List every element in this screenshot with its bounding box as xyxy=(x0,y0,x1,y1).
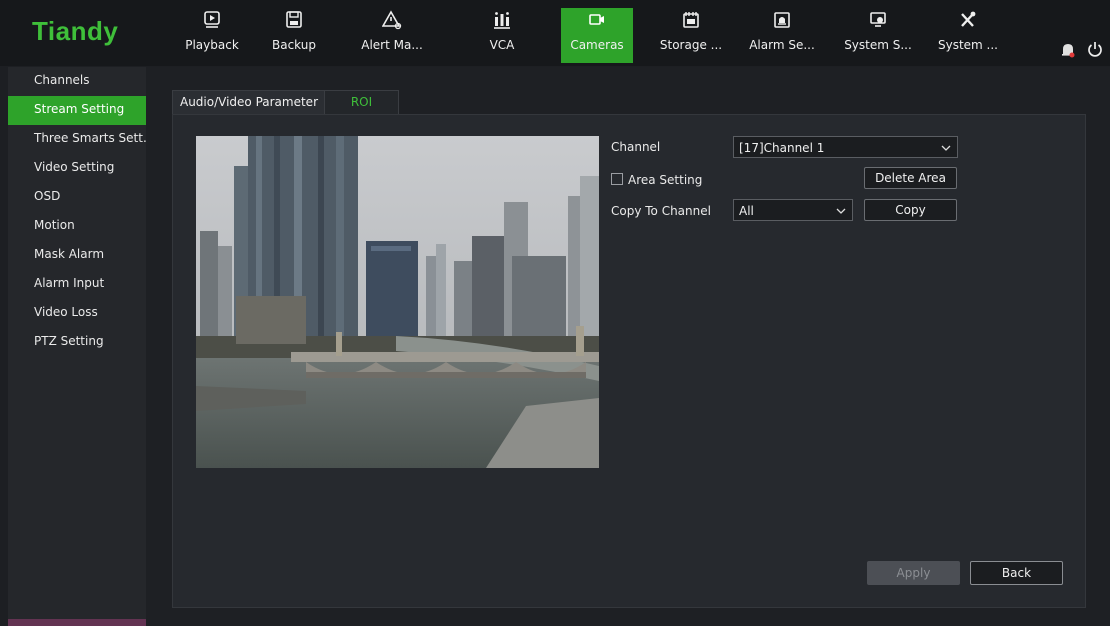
nav-label: Alert Ma... xyxy=(361,38,423,52)
tab-roi[interactable]: ROI xyxy=(324,90,399,115)
copy-button[interactable]: Copy xyxy=(864,199,957,221)
area-setting-label: Area Setting xyxy=(628,173,703,187)
back-button[interactable]: Back xyxy=(970,561,1063,585)
nav-label: System S... xyxy=(844,38,912,52)
nav-label: Backup xyxy=(272,38,316,52)
nav-label: Alarm Se... xyxy=(749,38,815,52)
top-navigation-bar: Tiandy Playback Backup Alert Ma... VCA C… xyxy=(0,0,1110,66)
tools-icon xyxy=(932,10,1004,34)
nav-label: Cameras xyxy=(570,38,624,52)
sidebar-item-video-loss[interactable]: Video Loss xyxy=(8,299,146,328)
nav-cameras[interactable]: Cameras xyxy=(561,8,633,63)
sidebar-item-video-setting[interactable]: Video Setting xyxy=(8,154,146,183)
tiandy-logo: Tiandy xyxy=(32,16,119,46)
sidebar-item-ptz-setting[interactable]: PTZ Setting xyxy=(8,328,146,357)
nav-label: Storage ... xyxy=(659,38,723,52)
chevron-down-icon xyxy=(941,137,951,166)
copy-to-channel-select[interactable]: All xyxy=(733,199,853,221)
sidebar-item-mask-alarm[interactable]: Mask Alarm xyxy=(8,241,146,270)
video-preview[interactable] xyxy=(196,136,599,468)
nav-label: Playback xyxy=(185,38,239,52)
sidebar-item-three-smarts-setting[interactable]: Three Smarts Sett... xyxy=(8,125,146,154)
channel-select[interactable]: [17]Channel 1 xyxy=(733,136,958,158)
save-icon xyxy=(258,10,330,34)
sidebar-item-alarm-input[interactable]: Alarm Input xyxy=(8,270,146,299)
chevron-down-icon xyxy=(836,200,846,229)
delete-area-button[interactable]: Delete Area xyxy=(864,167,957,189)
copy-to-channel-label: Copy To Channel xyxy=(611,204,711,218)
system-settings-icon xyxy=(842,10,914,34)
playback-icon xyxy=(176,10,248,34)
sidebar: Channels Stream Setting Three Smarts Set… xyxy=(8,67,146,626)
tab-audio-video-parameter[interactable]: Audio/Video Parameter xyxy=(172,90,326,116)
nav-storage[interactable]: Storage ... xyxy=(655,8,727,63)
camera-icon xyxy=(561,10,633,34)
power-icon[interactable] xyxy=(1087,40,1103,62)
sidebar-item-motion[interactable]: Motion xyxy=(8,212,146,241)
nav-backup[interactable]: Backup xyxy=(258,8,330,63)
storage-icon xyxy=(655,10,727,34)
alert-icon xyxy=(356,10,428,34)
channel-select-value: [17]Channel 1 xyxy=(739,141,825,155)
apply-button[interactable]: Apply xyxy=(867,561,960,585)
nav-playback[interactable]: Playback xyxy=(176,8,248,63)
nav-alert-management[interactable]: Alert Ma... xyxy=(356,8,428,63)
sidebar-item-channels[interactable]: Channels xyxy=(8,67,146,96)
sidebar-footer-strip xyxy=(8,619,146,626)
alarm-icon xyxy=(746,10,818,34)
sidebar-item-osd[interactable]: OSD xyxy=(8,183,146,212)
nav-label: System ... xyxy=(937,38,998,52)
nav-system-tools[interactable]: System ... xyxy=(932,8,1004,63)
copy-to-channel-value: All xyxy=(739,204,754,218)
nav-label: VCA xyxy=(489,38,515,52)
nav-vca[interactable]: VCA xyxy=(466,8,538,63)
sidebar-item-stream-setting[interactable]: Stream Setting xyxy=(8,96,146,125)
notification-bell-icon[interactable] xyxy=(1060,42,1076,62)
area-setting-checkbox[interactable] xyxy=(611,173,623,185)
nav-alarm-settings[interactable]: Alarm Se... xyxy=(746,8,818,63)
vca-icon xyxy=(466,10,538,34)
nav-system-settings[interactable]: System S... xyxy=(842,8,914,63)
channel-label: Channel xyxy=(611,140,661,154)
